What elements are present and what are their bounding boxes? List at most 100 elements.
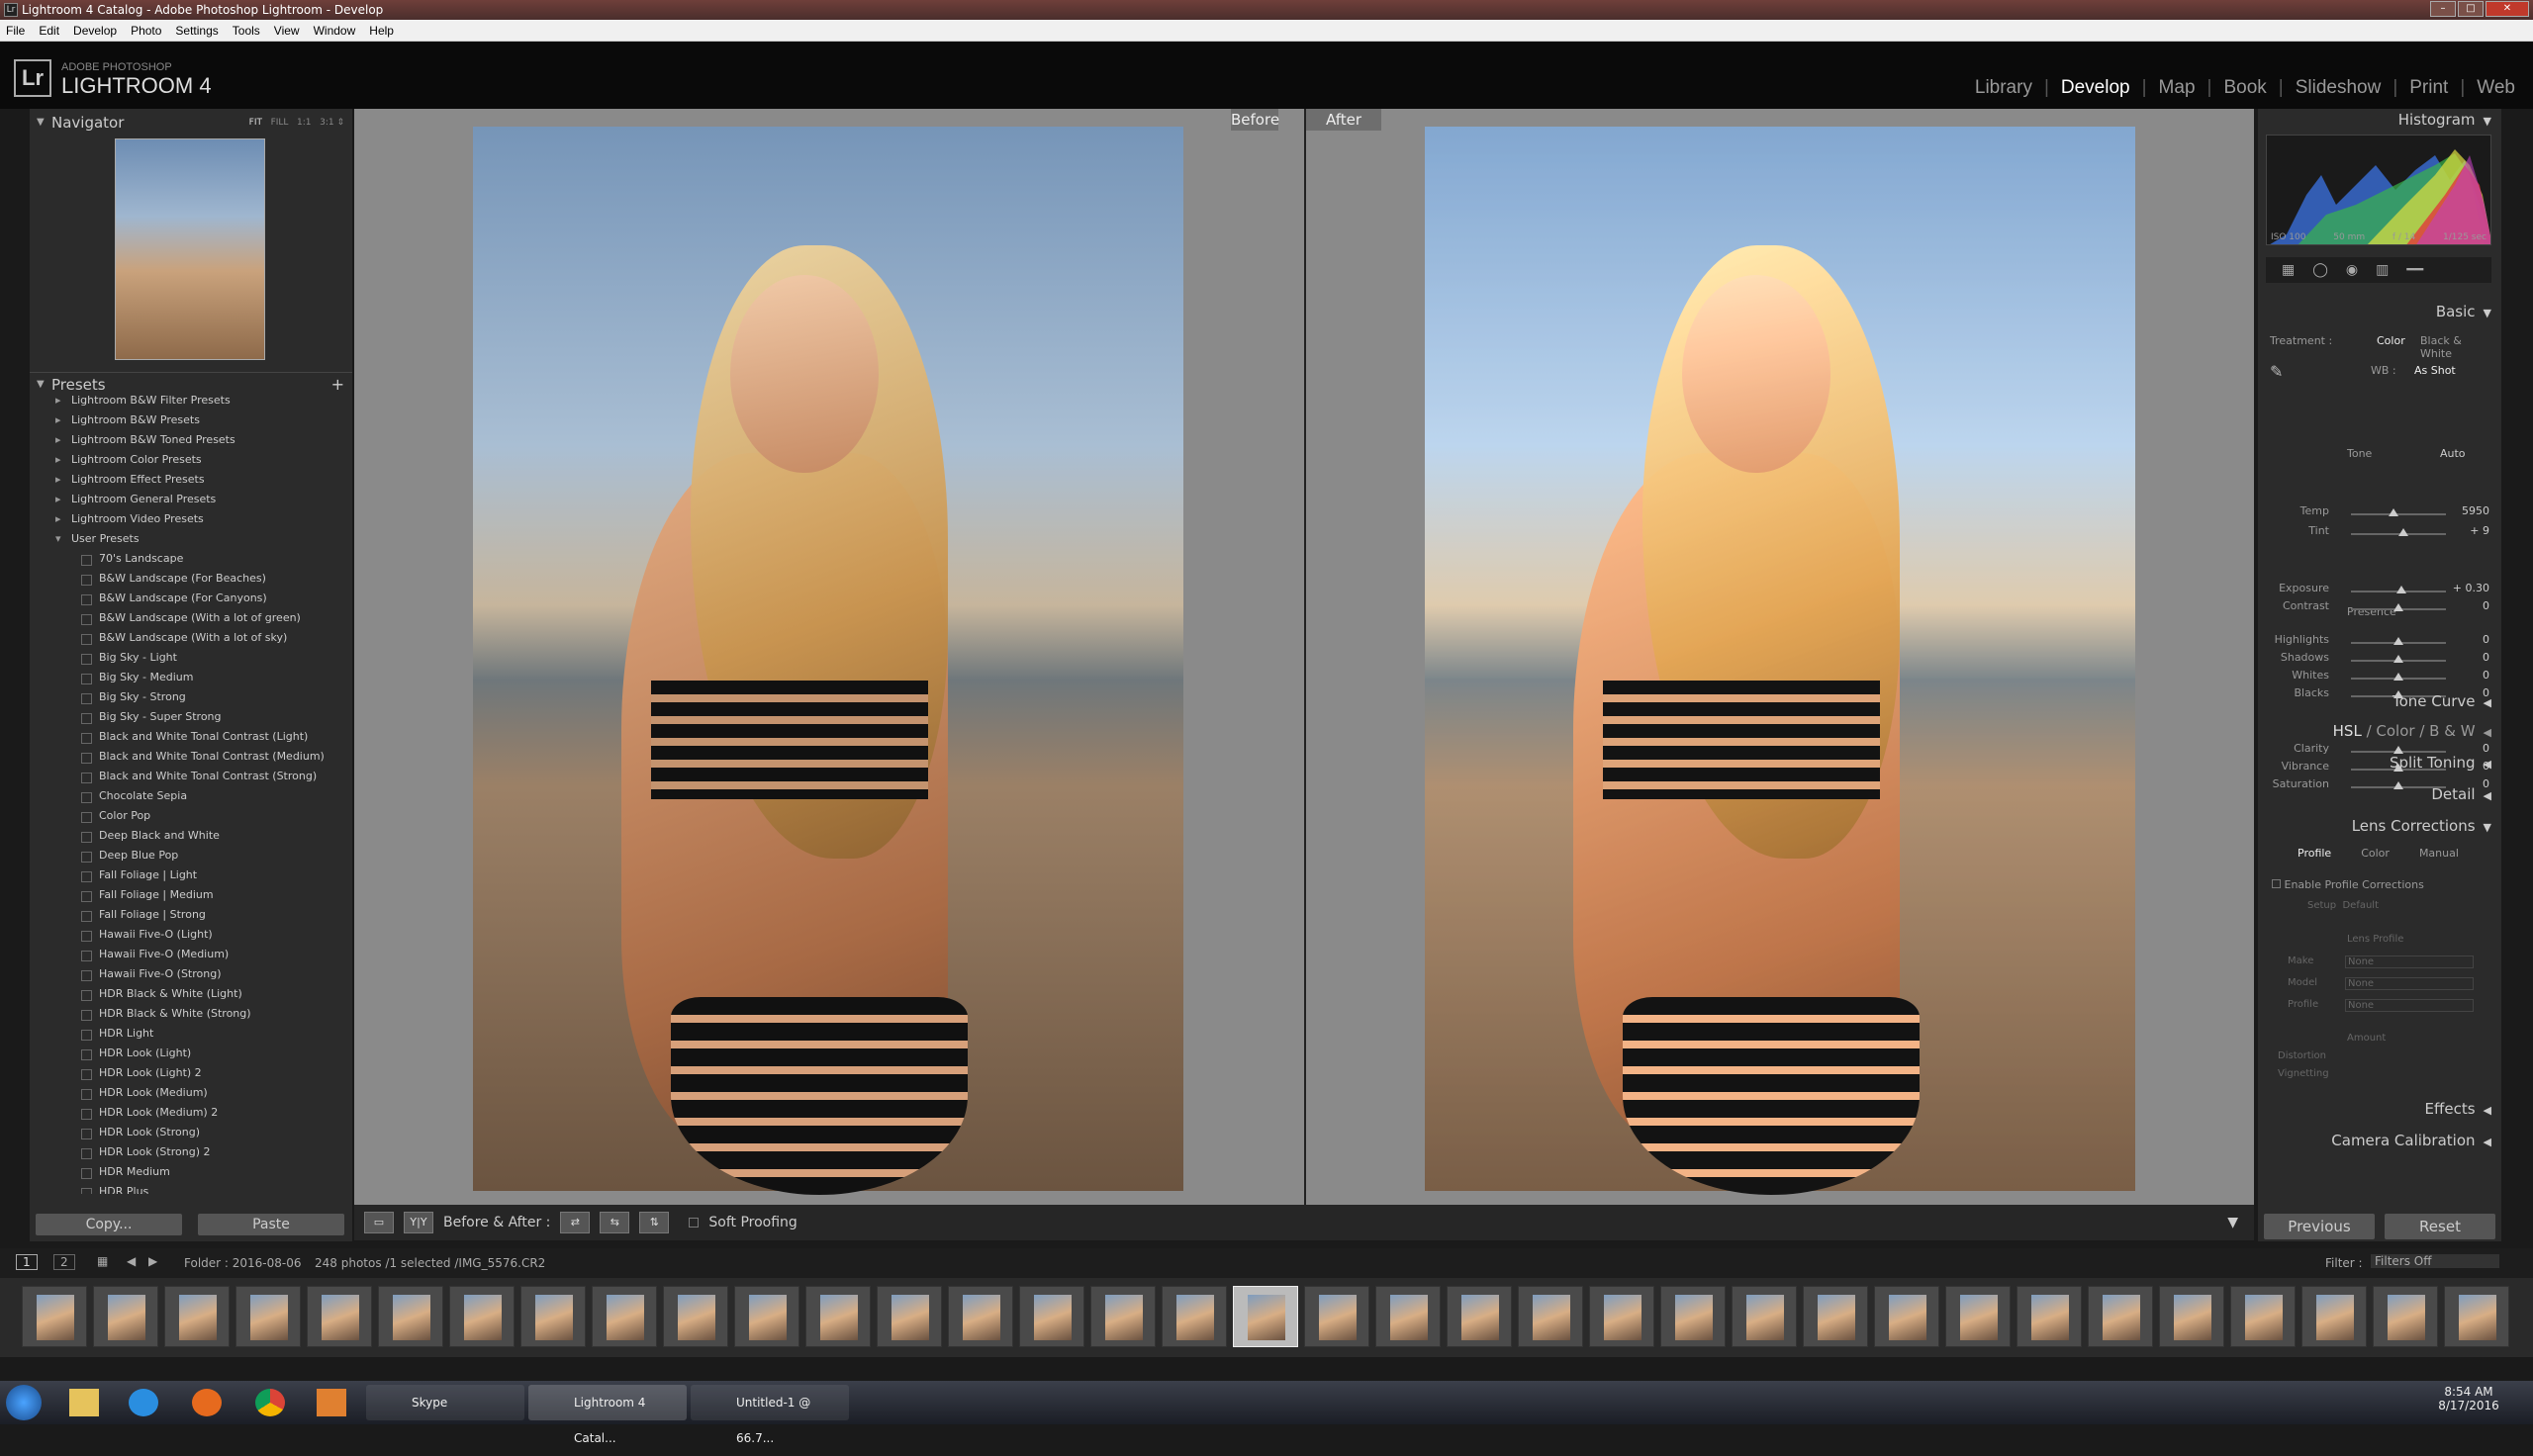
user-preset-item[interactable]: B&W Landscape (With a lot of green) [34,608,348,628]
user-preset-item[interactable]: Hawaii Five-O (Strong) [34,964,348,984]
preset-folder[interactable]: Lightroom Video Presets [34,509,348,529]
tone-curve-header[interactable]: Tone Curve ◀ [2392,692,2491,710]
slider-knob[interactable] [2397,528,2408,536]
filmstrip-thumbnail[interactable] [1019,1286,1084,1347]
preset-folder[interactable]: Lightroom Effect Presets [34,470,348,490]
module-book[interactable]: Book [2223,77,2266,99]
lens-make-select[interactable]: None [2345,956,2474,968]
toolbar-menu-icon[interactable]: ▼ [2227,1215,2238,1230]
slider-knob[interactable] [2393,655,2403,663]
user-preset-item[interactable]: Black and White Tonal Contrast (Light) [34,727,348,747]
filmstrip-thumbnail[interactable] [1375,1286,1441,1347]
auto-tone-button[interactable]: Auto [2440,447,2466,460]
menu-view[interactable]: View [274,24,300,38]
slider-knob[interactable] [2395,586,2406,593]
slider-value[interactable]: 0 [2483,599,2489,612]
menu-window[interactable]: Window [314,24,356,38]
slider-value[interactable]: 0 [2483,669,2489,682]
slider-knob[interactable] [2389,508,2399,516]
red-eye-icon[interactable]: ◉ [2346,262,2358,278]
slider-value[interactable]: 0 [2483,633,2489,646]
lens-model-select[interactable]: None [2345,977,2474,990]
user-preset-item[interactable]: HDR Look (Light) 2 [34,1063,348,1083]
module-library[interactable]: Library [1975,77,2032,99]
swap-button[interactable]: ⇅ [639,1212,670,1233]
module-web[interactable]: Web [2477,77,2515,99]
effects-header[interactable]: Effects ◀ [2425,1100,2491,1118]
adjustment-brush-icon[interactable]: ━━ [2406,262,2423,278]
user-preset-item[interactable]: HDR Black & White (Light) [34,984,348,1004]
user-preset-item[interactable]: HDR Black & White (Strong) [34,1004,348,1024]
user-preset-item[interactable]: Big Sky - Super Strong [34,707,348,727]
spot-removal-icon[interactable]: ◯ [2312,262,2328,278]
menu-edit[interactable]: Edit [39,24,59,38]
user-preset-item[interactable]: 70's Landscape [34,549,348,569]
preset-folder-user[interactable]: User Presets [34,529,348,549]
slider-knob[interactable] [2393,781,2403,789]
grid-view-icon[interactable]: ▦ [97,1254,108,1268]
user-preset-item[interactable]: Color Pop [34,806,348,826]
module-print[interactable]: Print [2409,77,2448,99]
preset-folder[interactable]: Lightroom B&W Filter Presets [34,391,348,410]
filmstrip-thumbnail[interactable] [877,1286,942,1347]
page-1-button[interactable]: 1 [16,1254,38,1270]
user-preset-item[interactable]: Fall Foliage | Strong [34,905,348,925]
slider-knob[interactable] [2393,637,2403,645]
after-image[interactable] [1425,127,2135,1195]
user-preset-item[interactable]: Chocolate Sepia [34,786,348,806]
zoom-fit[interactable]: FIT [249,118,262,128]
filmstrip-thumbnail[interactable] [1660,1286,1726,1347]
hsl-tab[interactable]: HSL [2333,722,2362,740]
slider-value[interactable]: + 9 [2470,524,2489,537]
user-preset-item[interactable]: B&W Landscape (With a lot of sky) [34,628,348,648]
lens-tab-color[interactable]: Color [2361,847,2390,860]
user-preset-item[interactable]: Black and White Tonal Contrast (Medium) [34,747,348,767]
media-player-icon[interactable] [317,1389,346,1416]
filmstrip-thumbnail[interactable] [1732,1286,1797,1347]
user-preset-item[interactable]: HDR Look (Light) [34,1044,348,1063]
wb-eyedropper-icon[interactable]: ✎ [2270,362,2283,381]
user-preset-item[interactable]: HDR Light [34,1024,348,1044]
photo-count[interactable]: 248 photos /1 selected /IMG_5576.CR2 [315,1256,545,1270]
lens-setup-select[interactable]: Default [2342,900,2379,911]
preset-folder[interactable]: Lightroom Color Presets [34,450,348,470]
paste-button[interactable]: Paste [198,1214,344,1235]
forward-arrow-icon[interactable]: ▶ [148,1254,157,1268]
treatment-color[interactable]: Color [2377,334,2405,347]
user-preset-item[interactable]: HDR Look (Strong) 2 [34,1142,348,1162]
filmstrip-thumbnail[interactable] [2444,1286,2509,1347]
lens-tab-profile[interactable]: Profile [2298,847,2331,860]
slider-knob[interactable] [2393,603,2403,611]
folder-label[interactable]: Folder : 2016-08-06 [184,1256,302,1270]
ie-icon[interactable] [129,1389,158,1416]
filmstrip-thumbnail[interactable] [520,1286,586,1347]
user-preset-item[interactable]: HDR Look (Medium) 2 [34,1103,348,1123]
lens-corrections-header[interactable]: Lens Corrections ▼ [2352,817,2491,835]
user-preset-item[interactable]: HDR Look (Medium) [34,1083,348,1103]
before-after-view-button[interactable]: Y|Y [404,1212,433,1233]
treatment-bw[interactable]: Black & White [2420,334,2495,360]
filmstrip-thumbnail[interactable] [449,1286,515,1347]
filmstrip-thumbnail[interactable] [663,1286,728,1347]
filter-select[interactable]: Filters Off [2371,1254,2499,1268]
user-preset-item[interactable]: Big Sky - Light [34,648,348,668]
filmstrip-thumbnail[interactable] [164,1286,230,1347]
filmstrip-thumbnail[interactable] [948,1286,1013,1347]
page-2-button[interactable]: 2 [53,1254,75,1270]
filmstrip-thumbnail[interactable] [2088,1286,2153,1347]
preset-folder[interactable]: Lightroom General Presets [34,490,348,509]
user-preset-item[interactable]: Deep Blue Pop [34,846,348,865]
hsl-header[interactable]: HSL / Color / B & W ◀ [2333,722,2491,740]
user-preset-item[interactable]: HDR Look (Strong) [34,1123,348,1142]
filmstrip-thumbnail[interactable] [93,1286,158,1347]
navigator-preview[interactable] [115,138,265,360]
filmstrip-thumbnail[interactable] [1304,1286,1369,1347]
copy-after-to-before-button[interactable]: ⇆ [600,1212,630,1233]
filmstrip-thumbnail[interactable] [592,1286,657,1347]
preset-folder[interactable]: Lightroom B&W Presets [34,410,348,430]
histogram-header[interactable]: Histogram ▼ [2398,111,2491,129]
menu-develop[interactable]: Develop [73,24,117,38]
filmstrip-thumbnail[interactable] [378,1286,443,1347]
filmstrip-thumbnail[interactable] [2230,1286,2296,1347]
slider-knob[interactable] [2393,673,2403,681]
